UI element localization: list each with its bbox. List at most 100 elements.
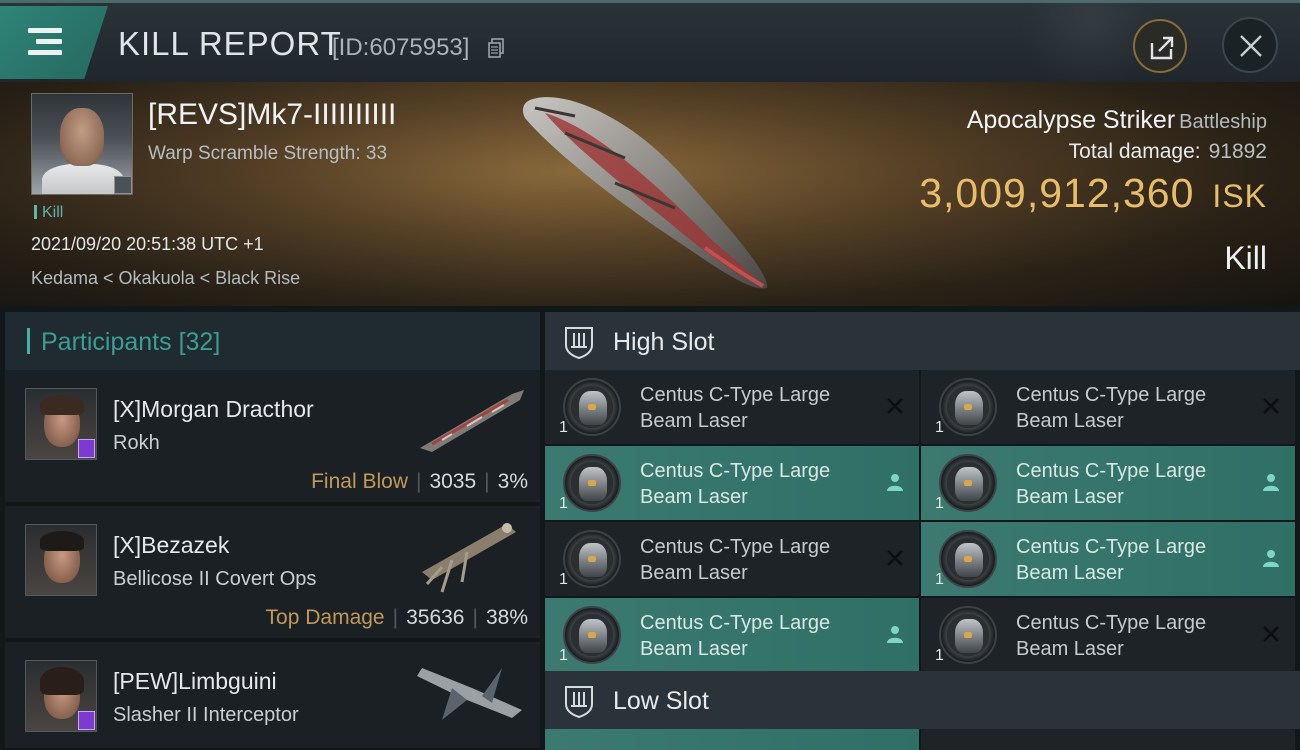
participant-ship: Rokh xyxy=(113,432,160,454)
module-item[interactable]: 1 Centus C-Type Large Beam Laser xyxy=(921,370,1295,444)
module-name: Centus C-Type Large Beam Laser xyxy=(1016,460,1207,508)
module-quantity: 1 xyxy=(935,495,944,512)
module-quantity: 1 xyxy=(559,495,568,512)
module-name: Centus C-Type Large Beam Laser xyxy=(640,460,831,508)
isk-value: 3,009,912,360 ISK xyxy=(919,170,1267,217)
participants-title: Participants xyxy=(41,328,172,356)
dropped-icon xyxy=(1263,550,1279,567)
victim-portrait[interactable] xyxy=(31,93,133,195)
corp-badge-icon xyxy=(78,439,95,458)
low-slot-header[interactable]: Low Slot xyxy=(545,671,1300,729)
participants-header[interactable]: Participants [32] xyxy=(5,312,540,370)
module-quantity: 1 xyxy=(935,419,944,436)
total-damage-value: 91892 xyxy=(1208,140,1267,163)
share-button[interactable] xyxy=(1133,19,1187,73)
high-slot-header[interactable]: High Slot xyxy=(545,312,1300,370)
total-damage: Total damage: 91892 xyxy=(1069,140,1267,164)
participant-name: [PEW]Limbguini xyxy=(113,668,277,694)
module-item[interactable]: 1 Centus C-Type Large Beam Laser xyxy=(545,598,919,672)
module-icon-detail xyxy=(588,556,596,562)
module-name: Centus C-Type Large Beam Laser xyxy=(1016,612,1207,660)
module-quantity: 1 xyxy=(559,571,568,588)
laser-module-icon xyxy=(939,606,997,664)
low-slot-module-partial[interactable] xyxy=(545,729,919,750)
menu-button[interactable] xyxy=(0,6,108,79)
ship-class: Battleship xyxy=(1179,111,1267,133)
participant-ship-image xyxy=(422,523,516,593)
module-item[interactable]: 1 Centus C-Type Large Beam Laser xyxy=(545,522,919,596)
module-quantity: 1 xyxy=(559,647,568,664)
avatar-hair xyxy=(40,395,84,415)
laser-module-icon xyxy=(939,454,997,512)
kill-datetime: 2021/09/20 20:51:38 UTC +1 xyxy=(31,234,264,254)
high-slot-icon xyxy=(565,327,593,359)
participant-ship-image xyxy=(417,668,522,720)
participant-row[interactable]: [X]Bezazek Bellicose II Covert Ops Top D… xyxy=(5,506,540,640)
warp-scramble-strength: Warp Scramble Strength: 33 xyxy=(148,143,388,164)
module-quantity: 1 xyxy=(935,571,944,588)
participant-stats: Final Blow | 3035 | 3% xyxy=(311,470,528,494)
module-icon-detail xyxy=(964,632,972,638)
participant-stats: Top Damage | 35636 | 38% xyxy=(266,606,528,630)
close-icon xyxy=(1240,35,1262,57)
module-quantity: 1 xyxy=(559,419,568,436)
module-item[interactable]: 1 Centus C-Type Large Beam Laser xyxy=(921,522,1295,596)
module-icon-detail xyxy=(964,404,972,410)
module-name: Centus C-Type Large Beam Laser xyxy=(640,384,831,432)
portrait-face xyxy=(60,108,104,166)
corp-badge-icon xyxy=(78,711,95,730)
participant-avatar xyxy=(25,388,97,460)
participant-ship: Bellicose II Covert Ops xyxy=(113,568,317,590)
participant-percent: 38% xyxy=(485,606,528,629)
participant-row[interactable]: [PEW]Limbguini Slasher II Interceptor xyxy=(5,642,540,750)
fitting-panel: High Slot 1 Centus C-Type Large Beam Lase… xyxy=(540,306,1300,750)
low-slot-module-partial[interactable] xyxy=(921,729,1295,750)
stat-separator: | xyxy=(484,470,490,493)
module-item[interactable]: 1 Centus C-Type Large Beam Laser xyxy=(545,370,919,444)
module-icon-detail xyxy=(964,556,972,562)
dropped-icon xyxy=(887,474,903,491)
final-blow-tag: Final Blow xyxy=(311,470,408,493)
page-title: KILL REPORT xyxy=(118,25,342,62)
header-accent xyxy=(27,328,30,354)
dropped-icon xyxy=(887,626,903,643)
participant-name: [X]Morgan Dracthor xyxy=(113,396,314,422)
top-damage-tag: Top Damage xyxy=(265,606,385,629)
avatar-hair xyxy=(40,667,84,695)
participant-name: [X]Bezazek xyxy=(113,532,230,558)
avatar-hair xyxy=(40,531,84,551)
hamburger-icon-line xyxy=(36,39,62,44)
close-button[interactable] xyxy=(1222,17,1278,73)
kill-location[interactable]: Kedama < Okakuola < Black Rise xyxy=(31,268,300,289)
module-item[interactable]: 1 Centus C-Type Large Beam Laser xyxy=(921,446,1295,520)
module-icon-detail xyxy=(588,404,596,410)
participant-ship: Slasher II Interceptor xyxy=(113,704,299,726)
participants-count: [32] xyxy=(178,328,221,356)
module-name: Centus C-Type Large Beam Laser xyxy=(1016,536,1207,584)
destroyed-icon xyxy=(887,398,903,414)
module-item[interactable]: 1 Centus C-Type Large Beam Laser xyxy=(545,446,919,520)
isk-amount: 3,009,912,360 xyxy=(919,170,1195,216)
dropped-icon xyxy=(1263,474,1279,491)
destroyed-icon xyxy=(1263,398,1279,414)
hamburger-icon-line xyxy=(28,50,62,55)
participant-damage: 3035 xyxy=(429,470,477,493)
info-badge-icon xyxy=(114,176,132,194)
module-item[interactable]: 1 Centus C-Type Large Beam Laser xyxy=(921,598,1295,672)
stat-separator: | xyxy=(392,606,399,629)
victim-ship[interactable]: Apocalypse Striker Battleship xyxy=(967,106,1267,135)
copy-icon[interactable] xyxy=(488,38,504,58)
laser-module-icon xyxy=(939,530,997,588)
report-id: [ID:6075953] xyxy=(332,34,470,61)
module-icon-detail xyxy=(588,480,596,486)
participant-avatar xyxy=(25,524,97,596)
kill-tag: Kill xyxy=(34,204,63,222)
victim-ship-image[interactable] xyxy=(505,88,785,303)
laser-module-icon xyxy=(563,530,621,588)
participant-row[interactable]: [X]Morgan Dracthor Rokh Final Blow | 3035 |… xyxy=(5,370,540,504)
participant-percent: 3% xyxy=(497,470,528,493)
module-name: Centus C-Type Large Beam Laser xyxy=(1016,384,1207,432)
victim-name[interactable]: [REVS]Mk7-IIIIIIIIII xyxy=(148,98,396,132)
module-icon-detail xyxy=(588,632,596,638)
module-icon-detail xyxy=(964,480,972,486)
